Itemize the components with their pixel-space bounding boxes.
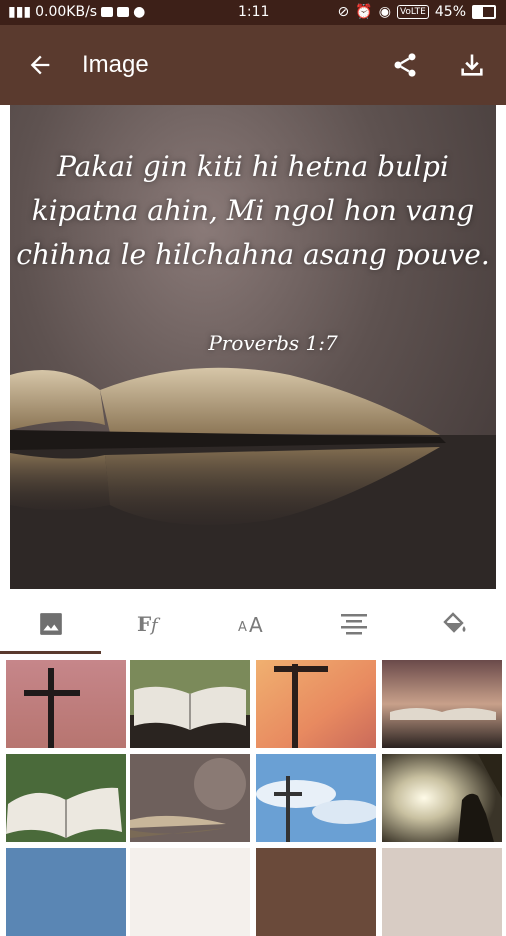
text-size-icon: AA: [238, 613, 263, 637]
tab-text-size[interactable]: AA: [202, 592, 303, 656]
app-notification-icon: ●: [133, 4, 146, 20]
background-grid: [0, 658, 506, 936]
app-bar: Image: [0, 25, 506, 105]
cross-sky-image: [256, 660, 376, 748]
tab-alignment[interactable]: [303, 592, 404, 656]
background-thumbnail-4[interactable]: [382, 660, 502, 748]
tab-color[interactable]: [404, 592, 505, 656]
svg-text:F: F: [137, 612, 151, 636]
signal-icon: ▮▮▮: [8, 4, 32, 20]
book-reflection-image: [130, 754, 250, 842]
soft-light-image: [382, 848, 502, 936]
align-center-icon: [340, 614, 367, 635]
quote-reference: Proverbs 1:7: [208, 331, 338, 355]
open-book-grass-image: [6, 754, 126, 842]
status-bar: ▮▮▮ 0.00KB/s ● 1:11 ⊘ ⏰ ◉ VoLTE 45%: [0, 0, 506, 25]
paint-bucket-icon: [442, 612, 465, 633]
bookshelf-image: [256, 848, 376, 936]
image-icon: [39, 613, 62, 635]
battery-percent: 45%: [434, 4, 466, 20]
back-button[interactable]: [20, 45, 60, 85]
svg-text:A: A: [238, 620, 247, 635]
background-thumbnail-10[interactable]: [130, 848, 250, 936]
download-button[interactable]: [452, 45, 492, 85]
quote-text: Pakai gin kiti hi hetna bulpi kipatna ah…: [16, 150, 490, 271]
download-icon: [461, 54, 483, 76]
background-thumbnail-7[interactable]: [256, 754, 376, 842]
sky-image: [6, 848, 126, 936]
volte-badge: VoLTE: [396, 5, 429, 19]
open-bible-image: [130, 660, 250, 748]
editor-tabs: Ff AA: [0, 592, 506, 656]
background-thumbnail-12[interactable]: [382, 848, 502, 936]
arrow-back-icon: [30, 55, 50, 75]
share-button[interactable]: [385, 45, 425, 85]
background-thumbnail-9[interactable]: [6, 848, 126, 936]
mail-icon: [117, 7, 130, 17]
notification-icon: [101, 7, 114, 17]
eye-icon: ◉: [378, 4, 391, 20]
background-thumbnail-2[interactable]: [130, 660, 250, 748]
tab-indicator: [0, 651, 101, 654]
bible-dusk-image: [382, 660, 502, 748]
tab-font[interactable]: Ff: [101, 592, 202, 656]
clock: 1:11: [238, 4, 270, 20]
background-thumbnail-3[interactable]: [256, 660, 376, 748]
svg-text:A: A: [249, 613, 263, 637]
background-thumbnail-8[interactable]: [382, 754, 502, 842]
cross-sunset-image: [6, 660, 126, 748]
mute-icon: ⊘: [337, 4, 350, 20]
light-image: [130, 848, 250, 936]
open-book-image: [10, 367, 496, 589]
share-icon: [394, 53, 416, 77]
battery-fill: [474, 7, 483, 17]
font-icon: Ff: [137, 612, 161, 636]
battery-icon: [472, 5, 496, 19]
page-title: Image: [82, 51, 149, 78]
cross-clouds-image: [256, 754, 376, 842]
svg-text:f: f: [149, 615, 161, 636]
background-thumbnail-5[interactable]: [6, 754, 126, 842]
alarm-icon: ⏰: [355, 4, 373, 20]
background-thumbnail-1[interactable]: [6, 660, 126, 748]
network-speed: 0.00KB/s: [35, 4, 98, 20]
tab-image[interactable]: [0, 592, 101, 656]
image-preview[interactable]: Pakai gin kiti hi hetna bulpi kipatna ah…: [10, 105, 496, 589]
prayer-sunlight-image: [382, 754, 502, 842]
background-thumbnail-6[interactable]: [130, 754, 250, 842]
background-thumbnail-11[interactable]: [256, 848, 376, 936]
